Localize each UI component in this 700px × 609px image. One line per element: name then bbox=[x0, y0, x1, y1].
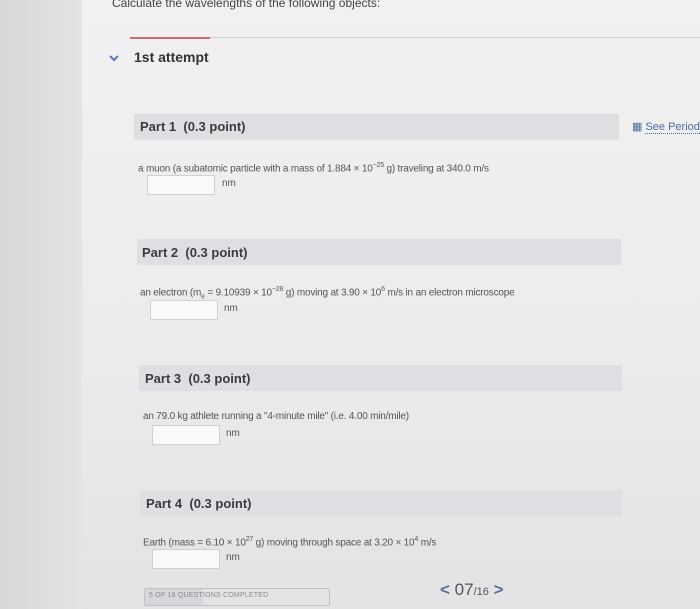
part-3-answer-input[interactable] bbox=[152, 425, 220, 445]
left-margin bbox=[0, 0, 82, 609]
periodic-table-link[interactable]: ▦ See Periodi bbox=[632, 120, 700, 134]
total-questions: /16 bbox=[473, 586, 489, 598]
next-question-button[interactable]: > bbox=[494, 580, 504, 599]
part-3-question: an 79.0 kg athlete running a "4-minute m… bbox=[143, 411, 409, 422]
part-1-title: Part 1 (0.3 point) bbox=[140, 119, 246, 134]
question-pager: < 07/16 > bbox=[440, 580, 504, 600]
part-4-title: Part 4 (0.3 point) bbox=[146, 496, 252, 511]
question-header: Calculate the wavelengths of the followi… bbox=[112, 0, 381, 10]
progress-label: 5 OF 16 QUESTIONS COMPLETED bbox=[149, 592, 269, 599]
part-1-question: a muon (a subatomic particle with a mass… bbox=[138, 162, 489, 175]
part-3-unit: nm bbox=[226, 428, 240, 439]
part-4-unit: nm bbox=[226, 552, 240, 563]
part-2-question: an electron (me = 9.10939 × 10−28 g) mov… bbox=[140, 286, 515, 301]
header-divider bbox=[210, 37, 700, 38]
header-divider-accent bbox=[130, 37, 210, 39]
current-question-number: 07 bbox=[454, 580, 474, 599]
part-2-title: Part 2 (0.3 point) bbox=[142, 245, 248, 260]
periodic-table-icon: ▦ bbox=[632, 121, 643, 133]
part-4-question: Earth (mass = 6.10 × 1027 g) moving thro… bbox=[143, 536, 437, 549]
progress-bar: 5 OF 16 QUESTIONS COMPLETED bbox=[144, 588, 330, 606]
part-1-unit: nm bbox=[222, 178, 236, 189]
part-2-unit: nm bbox=[224, 303, 238, 314]
part-1-answer-input[interactable] bbox=[147, 175, 215, 195]
part-3-title: Part 3 (0.3 point) bbox=[145, 371, 251, 386]
part-4-answer-input[interactable] bbox=[152, 549, 220, 569]
prev-question-button[interactable]: < bbox=[440, 580, 450, 599]
attempt-label[interactable]: 1st attempt bbox=[134, 49, 209, 65]
chevron-down-icon[interactable] bbox=[108, 52, 122, 66]
part-2-answer-input[interactable] bbox=[150, 300, 218, 320]
